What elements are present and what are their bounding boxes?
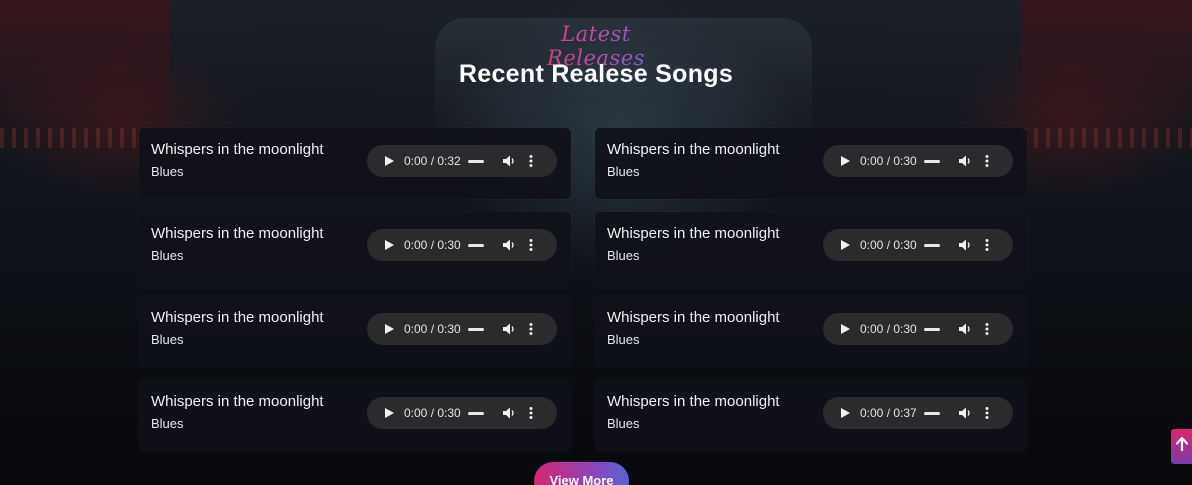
song-genre: Blues	[151, 164, 184, 179]
section-title: Recent Realese Songs	[458, 60, 734, 88]
song-title: Whispers in the moonlight	[607, 141, 780, 158]
playback-time: 0:00 / 0:32	[404, 154, 461, 168]
volume-icon[interactable]	[502, 154, 516, 168]
song-genre: Blues	[607, 416, 640, 431]
arrow-up-icon	[1175, 436, 1188, 456]
song-card: Whispers in the moonlight Blues 0:00 / 0…	[139, 128, 571, 199]
song-card: Whispers in the moonlight Blues 0:00 / 0…	[139, 380, 571, 451]
audio-player[interactable]: 0:00 / 0:30	[367, 229, 557, 261]
song-genre: Blues	[607, 164, 640, 179]
more-vertical-icon[interactable]	[528, 322, 534, 336]
stage-lights-right	[1022, 128, 1192, 148]
song-card: Whispers in the moonlight Blues 0:00 / 0…	[595, 212, 1027, 283]
volume-icon[interactable]	[958, 154, 972, 168]
song-title: Whispers in the moonlight	[151, 309, 324, 326]
songs-grid: Whispers in the moonlight Blues 0:00 / 0…	[139, 128, 1027, 451]
audio-player[interactable]: 0:00 / 0:30	[823, 229, 1013, 261]
more-vertical-icon[interactable]	[984, 322, 990, 336]
song-card: Whispers in the moonlight Blues 0:00 / 0…	[595, 128, 1027, 199]
song-genre: Blues	[607, 248, 640, 263]
song-genre: Blues	[151, 332, 184, 347]
song-title: Whispers in the moonlight	[151, 225, 324, 242]
song-genre: Blues	[151, 248, 184, 263]
more-vertical-icon[interactable]	[984, 238, 990, 252]
progress-slider[interactable]	[924, 159, 940, 163]
song-title: Whispers in the moonlight	[151, 393, 324, 410]
play-icon[interactable]	[383, 155, 395, 167]
playback-time: 0:00 / 0:30	[404, 406, 461, 420]
volume-icon[interactable]	[958, 406, 972, 420]
volume-icon[interactable]	[502, 238, 516, 252]
play-icon[interactable]	[383, 323, 395, 335]
play-icon[interactable]	[839, 239, 851, 251]
progress-slider[interactable]	[924, 243, 940, 247]
more-vertical-icon[interactable]	[528, 154, 534, 168]
view-more-button[interactable]: View More	[534, 462, 629, 485]
volume-icon[interactable]	[502, 406, 516, 420]
progress-slider[interactable]	[468, 327, 484, 331]
volume-icon[interactable]	[958, 322, 972, 336]
song-title: Whispers in the moonlight	[607, 393, 780, 410]
more-vertical-icon[interactable]	[984, 406, 990, 420]
playback-time: 0:00 / 0:37	[860, 406, 917, 420]
song-genre: Blues	[607, 332, 640, 347]
playback-time: 0:00 / 0:30	[404, 238, 461, 252]
progress-slider[interactable]	[924, 327, 940, 331]
audio-player[interactable]: 0:00 / 0:30	[367, 313, 557, 345]
song-title: Whispers in the moonlight	[607, 309, 780, 326]
scroll-to-top-button[interactable]	[1171, 429, 1192, 464]
playback-time: 0:00 / 0:30	[860, 154, 917, 168]
volume-icon[interactable]	[958, 238, 972, 252]
song-card: Whispers in the moonlight Blues 0:00 / 0…	[139, 296, 571, 367]
song-card: Whispers in the moonlight Blues 0:00 / 0…	[139, 212, 571, 283]
more-vertical-icon[interactable]	[984, 154, 990, 168]
audio-player[interactable]: 0:00 / 0:37	[823, 397, 1013, 429]
volume-icon[interactable]	[502, 322, 516, 336]
song-card: Whispers in the moonlight Blues 0:00 / 0…	[595, 380, 1027, 451]
stage-lights-left	[0, 128, 140, 148]
play-icon[interactable]	[839, 155, 851, 167]
playback-time: 0:00 / 0:30	[404, 322, 461, 336]
play-icon[interactable]	[383, 407, 395, 419]
song-genre: Blues	[151, 416, 184, 431]
audio-player[interactable]: 0:00 / 0:30	[823, 145, 1013, 177]
audio-player[interactable]: 0:00 / 0:30	[823, 313, 1013, 345]
audio-player[interactable]: 0:00 / 0:30	[367, 397, 557, 429]
more-vertical-icon[interactable]	[528, 406, 534, 420]
play-icon[interactable]	[383, 239, 395, 251]
audio-player[interactable]: 0:00 / 0:32	[367, 145, 557, 177]
progress-slider[interactable]	[924, 411, 940, 415]
progress-slider[interactable]	[468, 159, 484, 163]
song-title: Whispers in the moonlight	[151, 141, 324, 158]
playback-time: 0:00 / 0:30	[860, 238, 917, 252]
progress-slider[interactable]	[468, 411, 484, 415]
song-card: Whispers in the moonlight Blues 0:00 / 0…	[595, 296, 1027, 367]
more-vertical-icon[interactable]	[528, 238, 534, 252]
progress-slider[interactable]	[468, 243, 484, 247]
playback-time: 0:00 / 0:30	[860, 322, 917, 336]
play-icon[interactable]	[839, 323, 851, 335]
song-title: Whispers in the moonlight	[607, 225, 780, 242]
play-icon[interactable]	[839, 407, 851, 419]
